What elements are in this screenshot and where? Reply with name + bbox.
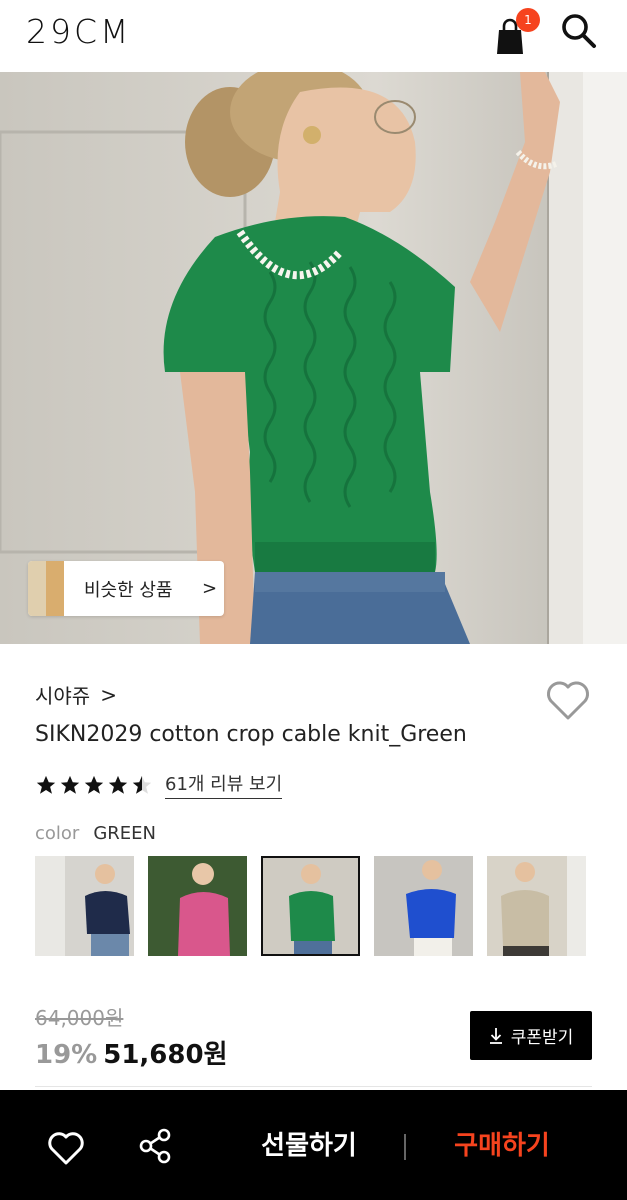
star-rating xyxy=(35,774,153,796)
star-icon xyxy=(36,775,56,794)
brand-logo[interactable]: 29CM xyxy=(26,12,132,51)
coupon-label: 쿠폰받기 xyxy=(510,1028,574,1048)
swatch-navy[interactable] xyxy=(35,856,134,956)
chevron-right-icon: > xyxy=(100,682,117,707)
price-row: 19% 51,680원 xyxy=(35,1034,228,1071)
chevron-right-icon: > xyxy=(202,578,218,599)
app-header: 29CM 1 xyxy=(0,0,627,72)
color-option-row: color GREEN xyxy=(35,823,156,844)
heart-icon xyxy=(48,1132,84,1165)
color-label: color xyxy=(35,823,80,844)
swatch-green[interactable] xyxy=(261,856,360,956)
swatch-beige[interactable] xyxy=(487,856,586,956)
search-icon xyxy=(562,14,596,48)
sale-price: 51,680원 xyxy=(103,1040,228,1070)
download-icon xyxy=(489,1027,502,1044)
rating-row: 61개 리뷰 보기 xyxy=(35,770,283,799)
heart-icon xyxy=(547,681,589,720)
coupon-button[interactable]: 쿠폰받기 xyxy=(470,1011,592,1060)
similar-products-button[interactable]: 비슷한 상품 > xyxy=(28,561,224,616)
buy-button[interactable]: 구매하기 xyxy=(432,1126,572,1166)
brand-link[interactable]: 시야쥬 > xyxy=(35,680,117,709)
color-value: GREEN xyxy=(93,823,156,844)
share-icon xyxy=(139,1128,171,1164)
search-button[interactable] xyxy=(558,10,602,54)
swatch-pink[interactable] xyxy=(148,856,247,956)
color-swatches xyxy=(35,856,586,956)
product-main-image[interactable]: 비슷한 상품 > xyxy=(0,72,627,644)
star-icon xyxy=(84,775,104,794)
product-title: SIKN2029 cotton crop cable knit_Green xyxy=(35,722,467,747)
brand-name: 시야쥬 xyxy=(35,684,91,708)
reviews-link[interactable]: 61개 리뷰 보기 xyxy=(165,770,283,799)
cart-button[interactable]: 1 xyxy=(488,8,540,56)
divider xyxy=(35,1086,592,1087)
original-price: 64,000원 xyxy=(35,1006,124,1030)
discount-rate: 19% xyxy=(35,1040,98,1070)
similar-products-thumbnail xyxy=(28,561,64,616)
swatch-blue[interactable] xyxy=(374,856,473,956)
star-icon xyxy=(60,775,80,794)
half-star-icon xyxy=(132,775,152,794)
gift-button[interactable]: 선물하기 xyxy=(240,1126,378,1166)
model-photo xyxy=(0,72,627,644)
cart-count-badge: 1 xyxy=(516,8,540,32)
similar-products-label: 비슷한 상품 xyxy=(84,579,173,601)
star-icon xyxy=(108,775,128,794)
wishlist-button[interactable] xyxy=(544,678,592,722)
bottom-wishlist-button[interactable] xyxy=(46,1130,86,1166)
bottom-action-bar: 선물하기 구매하기 xyxy=(0,1090,627,1200)
divider xyxy=(404,1134,406,1160)
share-button[interactable] xyxy=(136,1126,176,1166)
